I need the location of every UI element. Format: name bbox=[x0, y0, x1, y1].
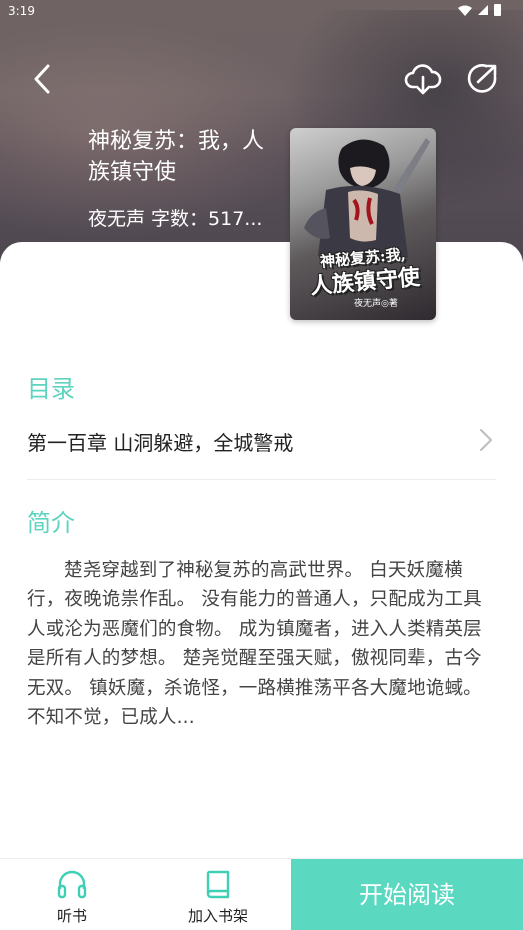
start-reading-button[interactable]: 开始阅读 bbox=[291, 859, 523, 930]
bottom-action-bar: 听书 加入书架 开始阅读 bbox=[0, 858, 523, 930]
add-to-shelf-button[interactable]: 加入书架 bbox=[168, 859, 268, 930]
cloud-download-icon bbox=[404, 64, 442, 95]
battery-icon bbox=[494, 4, 501, 16]
latest-chapter-title: 第一百章 山洞躲避，全城警戒 bbox=[27, 431, 294, 455]
add-to-shelf-label: 加入书架 bbox=[187, 907, 248, 925]
status-bar: 3:19 bbox=[0, 0, 523, 24]
intro-heading: 简介 bbox=[27, 509, 75, 537]
book-title: 神秘复苏：我，人族镇守使 bbox=[88, 129, 265, 185]
status-time: 3:19 bbox=[8, 4, 35, 18]
back-arrow-icon bbox=[34, 64, 50, 94]
back-button[interactable] bbox=[28, 62, 60, 96]
wifi-icon bbox=[458, 5, 472, 16]
chevron-right-icon bbox=[480, 429, 492, 451]
signal-icon bbox=[478, 5, 488, 15]
status-icons bbox=[458, 4, 501, 16]
share-icon bbox=[467, 64, 497, 93]
word-count: 字数：517... bbox=[151, 208, 263, 230]
book-meta: 夜无声 字数：517... bbox=[88, 205, 280, 233]
cover-author: 夜无声◎著 bbox=[354, 299, 398, 309]
section-divider bbox=[27, 479, 496, 480]
book-icon bbox=[206, 870, 230, 899]
book-author: 夜无声 bbox=[88, 208, 146, 230]
toc-heading: 目录 bbox=[27, 375, 75, 403]
listen-label: 听书 bbox=[56, 907, 87, 925]
latest-chapter-row[interactable]: 第一百章 山洞躲避，全城警戒 bbox=[27, 419, 496, 463]
headphones-icon bbox=[57, 870, 87, 899]
download-button[interactable] bbox=[404, 60, 442, 98]
listen-button[interactable]: 听书 bbox=[22, 859, 122, 930]
intro-text: 楚尧穿越到了神秘复苏的高武世界。 白天妖魔横行，夜晚诡祟作乱。 没有能力的普通人… bbox=[27, 560, 482, 729]
book-cover[interactable]: 神秘复苏:我, 人族镇守使 夜无声◎著 bbox=[290, 128, 436, 320]
share-button[interactable] bbox=[464, 60, 500, 98]
